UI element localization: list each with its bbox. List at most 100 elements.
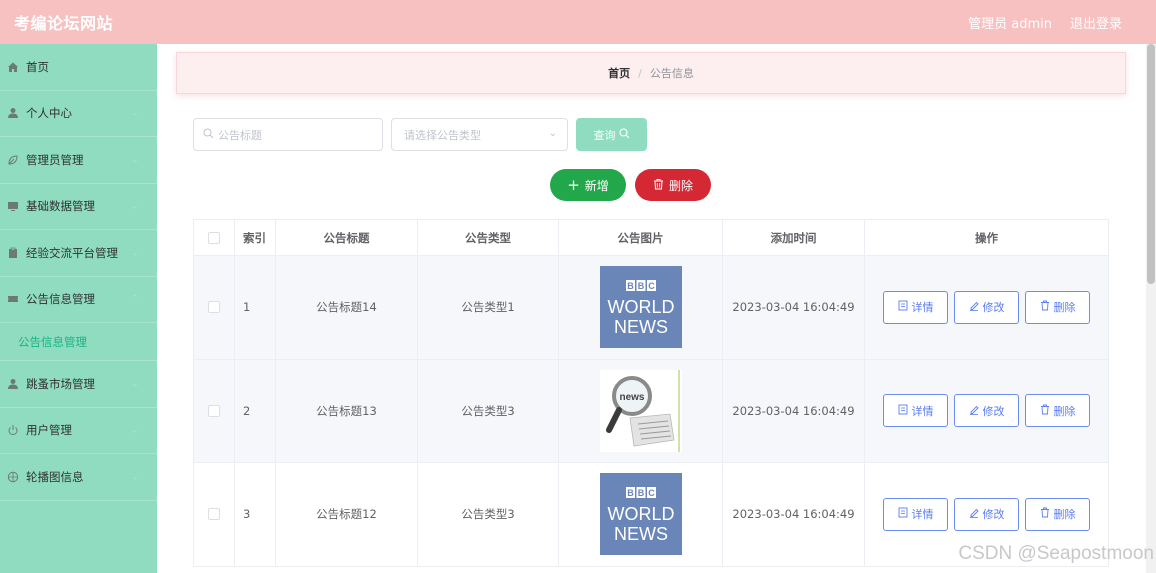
sidebar-item-label: 公告信息管理 xyxy=(26,292,95,307)
basketball-icon xyxy=(6,470,20,484)
monitor-icon xyxy=(6,199,20,213)
site-title: 考编论坛网站 xyxy=(14,14,114,33)
row-time: 2023-03-04 16:04:49 xyxy=(723,463,865,566)
svg-text:B: B xyxy=(637,281,644,291)
table-row: 1 公告标题14 公告类型1 B B C WORLD NEWS 2023-03-… xyxy=(194,256,1108,360)
trash-icon xyxy=(1040,300,1050,314)
leaf-icon xyxy=(6,153,20,167)
delete-row-button-label: 删除 xyxy=(1053,404,1076,418)
row-checkbox[interactable] xyxy=(208,301,220,314)
edit-pen-icon xyxy=(969,507,979,521)
delete-row-button[interactable]: 删除 xyxy=(1025,290,1090,324)
sidebar-item-profile[interactable]: 个人中心 ⌄ xyxy=(0,91,157,137)
delete-row-button[interactable]: 删除 xyxy=(1025,497,1090,531)
detail-button[interactable]: 详情 xyxy=(883,394,948,428)
breadcrumb-home[interactable]: 首页 xyxy=(608,65,630,81)
plus-icon: + xyxy=(567,175,580,194)
detail-button[interactable]: 详情 xyxy=(883,290,948,324)
logout-button[interactable]: 退出登录 xyxy=(1070,13,1122,32)
vertical-scrollbar[interactable] xyxy=(1146,44,1156,573)
notice-type-select[interactable]: 请选择公告类型 ⌄ xyxy=(391,118,568,151)
scrollbar-thumb[interactable] xyxy=(1147,44,1155,284)
svg-text:C: C xyxy=(648,488,655,498)
edit-pen-icon xyxy=(969,404,979,418)
edit-button-label: 修改 xyxy=(982,301,1005,315)
header-select-all-cell xyxy=(194,220,235,255)
chevron-down-icon: ⌄ xyxy=(130,200,139,212)
watermark: CSDN @Seapostmoon xyxy=(958,543,1154,564)
row-type: 公告类型3 xyxy=(418,359,559,462)
sidebar-item-label: 轮播图信息 xyxy=(26,469,84,484)
column-header-actions: 操作 xyxy=(975,230,998,245)
svg-text:B: B xyxy=(627,488,634,498)
row-index: 2 xyxy=(235,359,276,462)
edit-button[interactable]: 修改 xyxy=(954,497,1019,531)
search-icon xyxy=(203,128,214,142)
detail-button-label: 详情 xyxy=(911,404,934,418)
thumb-world-text: WORLD xyxy=(607,504,674,524)
user-icon xyxy=(6,377,20,391)
column-header-index: 索引 xyxy=(235,220,276,255)
detail-button[interactable]: 详情 xyxy=(883,497,948,531)
edit-button-label: 修改 xyxy=(982,508,1005,522)
chevron-down-icon: ⌄ xyxy=(548,128,557,139)
sidebar-item-label: 管理员管理 xyxy=(26,152,84,167)
row-time: 2023-03-04 16:04:49 xyxy=(723,359,865,462)
breadcrumb: 首页 / 公告信息 xyxy=(176,52,1126,94)
sidebar-item-users[interactable]: 用户管理 ⌄ xyxy=(0,408,157,454)
sidebar-item-carousel[interactable]: 轮播图信息 ⌄ xyxy=(0,454,157,501)
column-header-type: 公告类型 xyxy=(418,220,559,255)
notice-table: 索引 公告标题 公告类型 公告图片 添加时间 操作 1 公告标题14 公告类型1… xyxy=(193,219,1109,567)
delete-row-button[interactable]: 删除 xyxy=(1025,394,1090,428)
document-icon xyxy=(898,300,908,314)
thumb-news-text: NEWS xyxy=(614,317,668,337)
batch-delete-button[interactable]: 删除 xyxy=(635,169,711,201)
tickets-icon xyxy=(6,292,20,306)
select-all-checkbox[interactable] xyxy=(208,231,220,244)
bbc-world-news-image: B B C WORLD NEWS xyxy=(599,473,682,556)
edit-button-label: 修改 xyxy=(982,404,1005,418)
edit-button[interactable]: 修改 xyxy=(954,290,1019,324)
row-image-cell: news xyxy=(559,359,723,462)
query-button[interactable]: 查询 xyxy=(576,118,647,151)
home-icon xyxy=(6,60,20,74)
row-image-cell: B B C WORLD NEWS xyxy=(559,463,723,566)
sidebar-item-notice[interactable]: 公告信息管理 ⌃ xyxy=(0,277,157,323)
clipboard-icon xyxy=(6,246,20,260)
sidebar-item-basic-data[interactable]: 基础数据管理 ⌄ xyxy=(0,184,157,230)
add-button[interactable]: + 新增 xyxy=(550,169,626,201)
thumb-world-text: WORLD xyxy=(607,297,674,317)
sidebar-item-admin[interactable]: 管理员管理 ⌄ xyxy=(0,137,157,184)
thumb-news-small-text: news xyxy=(619,392,644,403)
row-select-cell xyxy=(194,463,235,566)
sidebar-item-label: 经验交流平台管理 xyxy=(26,245,118,260)
column-header-image: 公告图片 xyxy=(559,220,723,255)
news-magnifier-image: news xyxy=(599,369,682,452)
row-checkbox[interactable] xyxy=(208,508,220,521)
edit-button[interactable]: 修改 xyxy=(954,394,1019,428)
select-placeholder: 请选择公告类型 xyxy=(404,128,481,142)
delete-button-label: 删除 xyxy=(668,178,693,193)
thumb-news-text: NEWS xyxy=(614,524,668,544)
table-header-row: 索引 公告标题 公告类型 公告图片 添加时间 操作 xyxy=(194,220,1108,256)
svg-text:C: C xyxy=(648,281,655,291)
chevron-down-icon: ⌄ xyxy=(130,378,139,390)
sidebar-subitem-label: 公告信息管理 xyxy=(18,334,87,349)
search-icon xyxy=(618,127,630,142)
sidebar-item-label: 跳蚤市场管理 xyxy=(26,376,95,391)
row-checkbox[interactable] xyxy=(208,404,220,417)
row-type: 公告类型3 xyxy=(418,463,559,566)
sidebar-item-experience-platform[interactable]: 经验交流平台管理 ⌄ xyxy=(0,230,157,277)
sidebar-item-flea-market[interactable]: 跳蚤市场管理 ⌄ xyxy=(0,361,157,408)
sidebar-item-home[interactable]: 首页 xyxy=(0,44,157,91)
document-icon xyxy=(898,404,908,418)
notice-title-search-input[interactable]: 公告标题 xyxy=(193,118,383,151)
bbc-world-news-image: B B C WORLD NEWS xyxy=(599,266,682,349)
delete-row-button-label: 删除 xyxy=(1053,301,1076,315)
row-actions: 详情 修改 删除 xyxy=(865,256,1108,359)
svg-text:B: B xyxy=(637,488,644,498)
sidebar-item-label: 基础数据管理 xyxy=(26,199,95,214)
row-title: 公告标题12 xyxy=(276,463,418,566)
sidebar-subitem-notice-management[interactable]: 公告信息管理 xyxy=(0,323,157,361)
column-header-title: 公告标题 xyxy=(276,220,418,255)
